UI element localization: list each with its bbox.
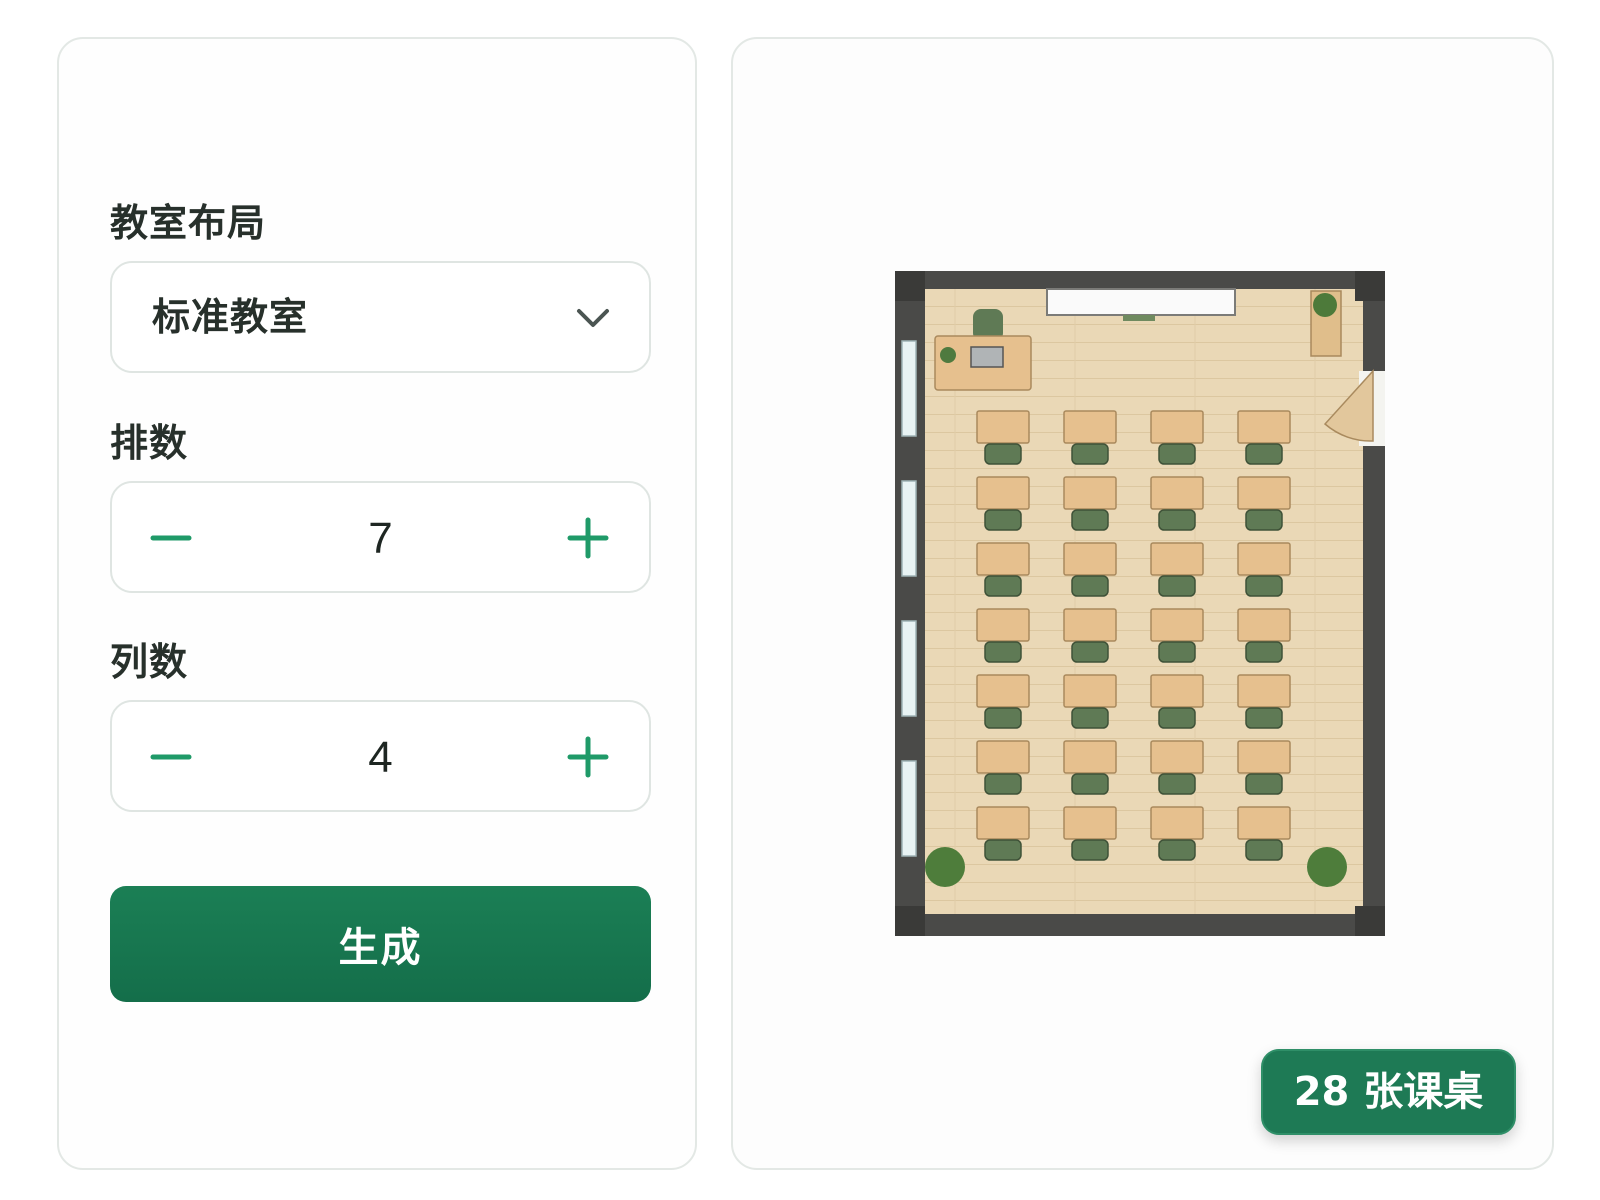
desk-seat xyxy=(1063,674,1117,729)
classroom-floor-plan xyxy=(895,271,1385,936)
desk-seat xyxy=(1237,740,1291,795)
desk-seat xyxy=(1063,806,1117,861)
plant xyxy=(1307,847,1347,887)
layout-label: 教室布局 xyxy=(110,201,267,245)
desk-seat xyxy=(1063,410,1117,465)
rows-increment-button[interactable] xyxy=(560,510,616,566)
cols-value[interactable]: 4 xyxy=(242,732,519,785)
desk-seat xyxy=(1237,806,1291,861)
desk-seat xyxy=(976,740,1030,795)
desk-seat xyxy=(1150,608,1204,663)
desk-seat xyxy=(1063,608,1117,663)
desk-seat xyxy=(1150,740,1204,795)
desk-seat xyxy=(1150,542,1204,597)
rows-label: 排数 xyxy=(110,421,189,465)
desk-seat xyxy=(1237,674,1291,729)
settings-panel: 教室布局 标准教室 排数 7 列数 4 生成 xyxy=(57,37,697,1170)
desk-seat xyxy=(1063,740,1117,795)
desk-seat xyxy=(1237,608,1291,663)
desk-seat xyxy=(1150,674,1204,729)
desk-seat xyxy=(1150,806,1204,861)
plant xyxy=(1313,293,1337,317)
desk-seat xyxy=(1150,410,1204,465)
cols-increment-button[interactable] xyxy=(560,729,616,785)
desk-seat xyxy=(976,806,1030,861)
layout-select[interactable]: 标准教室 xyxy=(110,261,651,373)
rows-value[interactable]: 7 xyxy=(242,513,519,566)
desk-seat xyxy=(1063,542,1117,597)
generate-button[interactable]: 生成 xyxy=(110,886,651,1002)
desk-seat xyxy=(1237,410,1291,465)
desk-seat xyxy=(1237,542,1291,597)
desk-seat xyxy=(976,410,1030,465)
cols-decrement-button[interactable] xyxy=(145,729,201,785)
desk-seat xyxy=(976,542,1030,597)
desk-seat xyxy=(976,476,1030,531)
cols-stepper: 4 xyxy=(110,700,651,812)
chevron-down-icon xyxy=(577,309,609,327)
rows-decrement-button[interactable] xyxy=(145,510,201,566)
desk-seat xyxy=(976,608,1030,663)
desk-seat xyxy=(1063,476,1117,531)
cols-label: 列数 xyxy=(110,640,189,684)
desk-seat xyxy=(976,674,1030,729)
desk-count-badge: 28 张课桌 xyxy=(1261,1049,1516,1135)
rows-stepper: 7 xyxy=(110,481,651,593)
layout-select-value: 标准教室 xyxy=(152,295,309,339)
preview-panel: 28 张课桌 xyxy=(731,37,1554,1170)
plant xyxy=(925,847,965,887)
desk-seat xyxy=(1237,476,1291,531)
desk-seat xyxy=(1150,476,1204,531)
